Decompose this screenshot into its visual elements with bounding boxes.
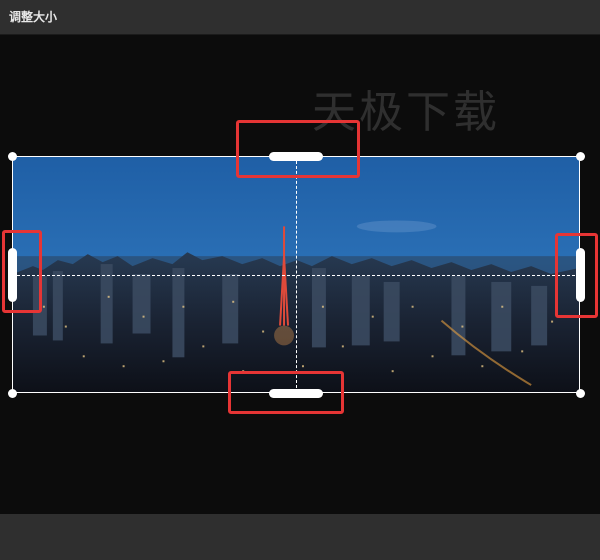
title-bar: 调整大小 xyxy=(0,0,600,35)
corner-handle-top-left[interactable] xyxy=(8,152,17,161)
horizontal-center-guide xyxy=(12,275,580,276)
resize-dialog: 调整大小 天极下载 xyxy=(0,0,600,560)
corner-handle-bottom-right[interactable] xyxy=(576,389,585,398)
right-handle-highlight xyxy=(555,233,598,318)
corner-handle-bottom-left[interactable] xyxy=(8,389,17,398)
bottom-bar xyxy=(0,514,600,560)
dialog-title: 调整大小 xyxy=(9,10,58,24)
corner-handle-top-right[interactable] xyxy=(576,152,585,161)
top-handle-highlight xyxy=(236,120,360,178)
bottom-handle-highlight xyxy=(228,371,344,414)
left-handle-highlight xyxy=(2,230,42,313)
